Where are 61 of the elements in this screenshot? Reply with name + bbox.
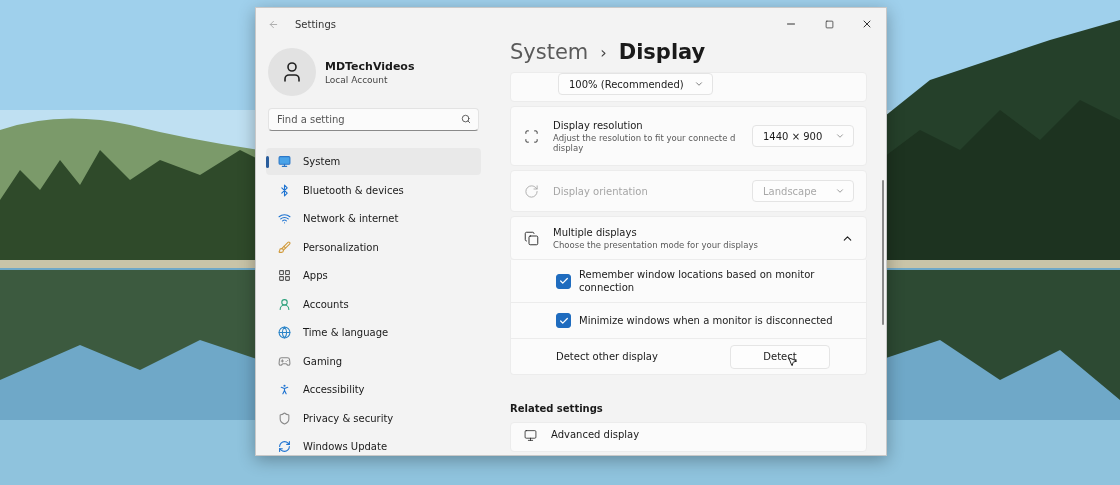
nav-item[interactable]: Bluetooth & devices	[266, 176, 481, 204]
rotate-icon	[524, 183, 539, 199]
avatar	[268, 48, 316, 96]
setting-title: Display resolution	[553, 119, 644, 131]
chevron-down-icon	[835, 131, 845, 141]
nav-item[interactable]: Accounts	[266, 290, 481, 318]
displays-icon	[524, 230, 539, 246]
chevron-down-icon	[693, 79, 704, 89]
checkmark-icon	[558, 276, 569, 286]
chevron-down-icon	[835, 186, 845, 196]
setting-title: Multiple displays	[553, 226, 638, 238]
breadcrumb-separator: ›	[600, 42, 607, 62]
window-title: Settings	[295, 18, 336, 30]
setting-title: Display orientation	[553, 185, 649, 197]
checkmark-icon	[558, 315, 569, 326]
bluetooth-icon	[278, 183, 291, 197]
monitor-icon	[278, 155, 291, 168]
setting-label: Detect other display	[556, 350, 659, 363]
page-title: Display	[618, 40, 706, 64]
account-type: Local Account	[325, 74, 389, 85]
monitor-icon	[524, 429, 537, 442]
detect-button[interactable]: Detect	[730, 344, 830, 369]
maximize-icon	[824, 19, 834, 29]
back-icon[interactable]	[268, 18, 279, 30]
nav-item[interactable]: Network & internet	[266, 205, 481, 232]
scale-dropdown[interactable]: 100% (Recommended)	[558, 73, 713, 95]
globe-icon	[278, 326, 291, 339]
setting-dropdown[interactable]: 1440 × 900	[752, 125, 854, 147]
checkbox[interactable]	[556, 273, 571, 289]
wifi-icon	[278, 212, 291, 225]
checkbox-label: Minimize windows when a monitor is disconnected	[579, 314, 834, 327]
nav-item[interactable]: Time & language	[266, 319, 481, 346]
gamepad-icon	[278, 354, 291, 368]
user-name: MDTechVideos	[325, 59, 415, 73]
shield-icon	[278, 411, 291, 425]
brush-icon	[278, 240, 291, 254]
close-icon	[861, 18, 873, 30]
resolution-icon	[524, 128, 539, 144]
nav-item[interactable]: Apps	[266, 262, 481, 289]
nav-item[interactable]: Privacy & security	[266, 404, 481, 432]
search-icon	[461, 114, 471, 124]
checkbox-label: Remember window locations based on monitor connection	[579, 268, 816, 294]
accessibility-icon	[278, 383, 291, 396]
setting-description: Choose the presentation mode for your displays	[553, 239, 759, 250]
search-field[interactable]: Find a setting	[268, 108, 479, 131]
section-heading: Related settings	[510, 403, 604, 414]
expander-card[interactable]: Multiple displays Choose the presentation mode for your displays	[510, 216, 867, 260]
nav-item[interactable]: Windows Update	[266, 433, 481, 455]
nav-item[interactable]: System	[266, 148, 481, 175]
nav-item[interactable]: Personalization	[266, 233, 481, 261]
nav-item[interactable]: Accessibility	[266, 376, 481, 403]
scrollbar[interactable]	[882, 180, 884, 325]
checkbox[interactable]	[556, 313, 571, 328]
apps-grid-icon	[278, 269, 291, 282]
breadcrumb-parent[interactable]: System	[510, 40, 589, 64]
refresh-icon	[278, 440, 291, 453]
setting-description: Adjust the resolution to fit your connecte d display	[553, 132, 737, 153]
setting-card[interactable]: Advanced display	[510, 422, 867, 452]
person-icon	[278, 297, 291, 311]
setting-title: Advanced display	[551, 429, 640, 440]
nav-item[interactable]: Gaming	[266, 347, 481, 375]
